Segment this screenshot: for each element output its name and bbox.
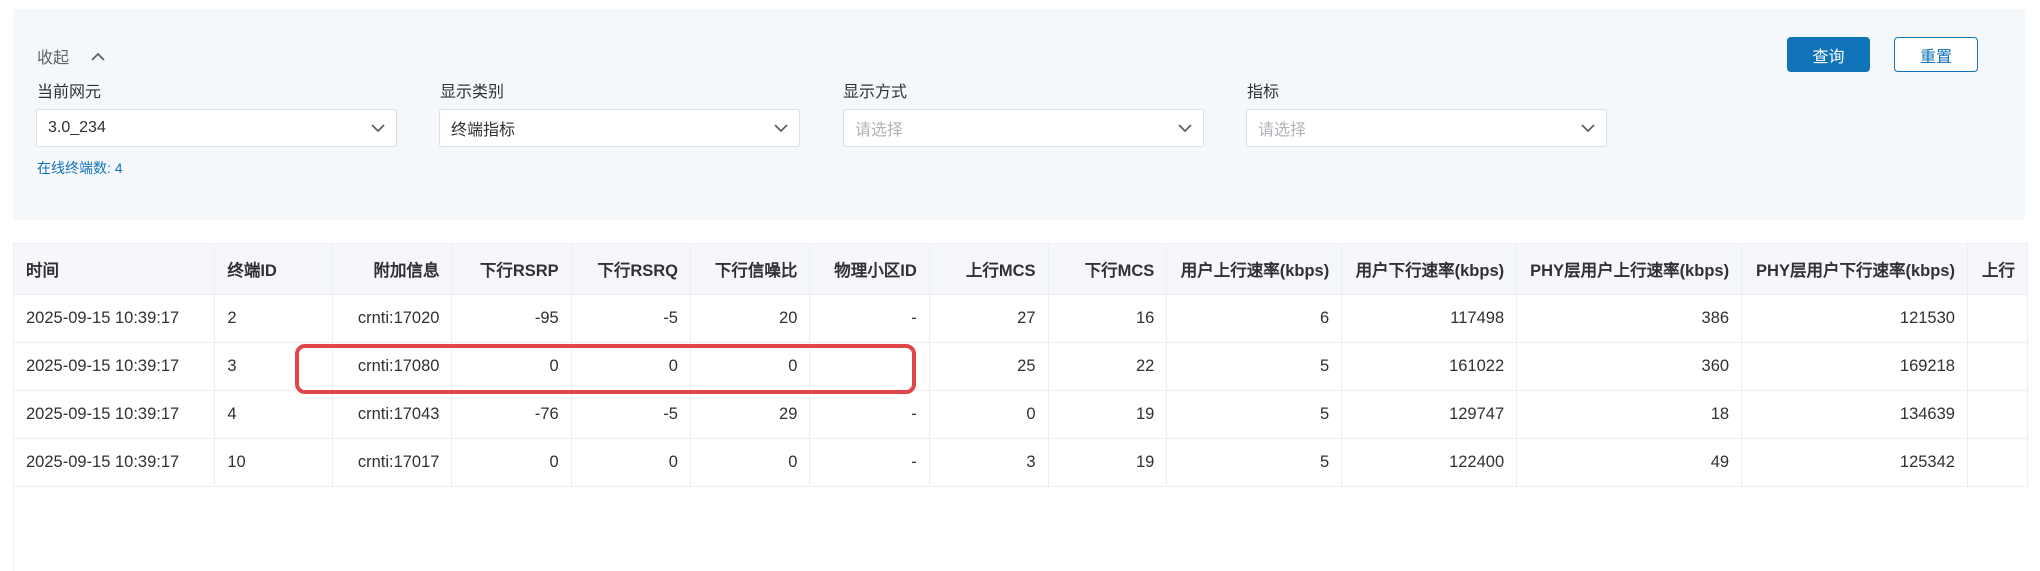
cell-dl-sinr: 0 xyxy=(690,342,811,391)
cell-terminal-id: 3 xyxy=(214,342,334,391)
cell-pci: - xyxy=(809,294,930,343)
display-mode-placeholder: 请选择 xyxy=(855,122,904,139)
cell-extra-info: crnti:17017 xyxy=(332,438,453,487)
online-terminal-count: 在线终端数: 4 xyxy=(37,160,123,176)
cell-user-dl-rate: 129747 xyxy=(1341,390,1518,439)
header-ul-mcs[interactable]: 上行MCS xyxy=(929,244,1049,295)
header-dl-rsrp[interactable]: 下行RSRP xyxy=(451,244,572,295)
cell-dl-rsrq: 0 xyxy=(571,342,691,391)
cell-ul-truncated xyxy=(1967,342,2028,391)
cell-terminal-id: 4 xyxy=(214,390,334,439)
cell-dl-rsrp: 0 xyxy=(451,438,572,487)
indicator-select[interactable]: 请选择 xyxy=(1246,109,1607,147)
table-row[interactable]: 2025-09-15 10:39:17 2 crnti:17020 -95 -5 20-2… xyxy=(14,294,2028,343)
network-element-label: 当前网元 xyxy=(37,84,102,101)
indicator-placeholder: 请选择 xyxy=(1258,122,1307,139)
table-row[interactable]: 2025-09-15 10:39:17 3 crnti:17080 0 0 0-25 22 5… xyxy=(14,342,2028,391)
cell-phy-ul-rate: 49 xyxy=(1516,438,1743,487)
cell-extra-info: crnti:17043 xyxy=(332,390,453,439)
cell-user-ul-rate: 5 xyxy=(1166,342,1343,391)
query-button[interactable]: 查询 xyxy=(1787,37,1870,72)
cell-user-dl-rate: 161022 xyxy=(1341,342,1518,391)
cell-dl-rsrp: 0 xyxy=(451,342,572,391)
cell-dl-mcs: 22 xyxy=(1048,342,1168,391)
display-mode-select[interactable]: 请选择 xyxy=(843,109,1204,147)
display-category-value: 终端指标 xyxy=(451,122,516,139)
header-time[interactable]: 时间 xyxy=(14,244,216,295)
header-terminal-id[interactable]: 终端ID xyxy=(214,244,334,295)
chevron-up-icon xyxy=(91,52,105,61)
cell-dl-sinr: 29 xyxy=(690,390,811,439)
cell-extra-info: crnti:17080 xyxy=(332,342,453,391)
data-table-container[interactable]: 时间 终端ID 附加信息 下行RSRP 下行RSRQ 下行信噪比 物理小区ID … xyxy=(13,243,2028,571)
cell-time: 2025-09-15 10:39:17 xyxy=(14,294,216,343)
cell-phy-dl-rate: 134639 xyxy=(1741,390,1968,439)
cell-phy-dl-rate: 125342 xyxy=(1741,438,1968,487)
header-phy-ul-rate[interactable]: PHY层用户上行速率(kbps) xyxy=(1516,244,1743,295)
header-dl-rsrq[interactable]: 下行RSRQ xyxy=(571,244,691,295)
collapse-toggle[interactable]: 收起 xyxy=(37,44,105,68)
cell-ul-truncated xyxy=(1967,390,2028,439)
cell-extra-info: crnti:17020 xyxy=(332,294,453,343)
cell-phy-dl-rate: 169218 xyxy=(1741,342,1968,391)
cell-phy-ul-rate: 18 xyxy=(1516,390,1743,439)
cell-dl-sinr: 0 xyxy=(690,438,811,487)
chevron-down-icon xyxy=(774,123,788,132)
cell-dl-rsrp: -76 xyxy=(451,390,572,439)
cell-user-ul-rate: 5 xyxy=(1166,390,1343,439)
network-element-select[interactable]: 3.0_234 xyxy=(36,109,397,147)
cell-user-ul-rate: 5 xyxy=(1166,438,1343,487)
cell-phy-ul-rate: 360 xyxy=(1516,342,1743,391)
cell-user-dl-rate: 117498 xyxy=(1341,294,1518,343)
cell-dl-mcs: 19 xyxy=(1048,438,1168,487)
chevron-down-icon xyxy=(1178,123,1192,132)
cell-dl-rsrq: -5 xyxy=(571,294,691,343)
header-dl-mcs[interactable]: 下行MCS xyxy=(1048,244,1168,295)
header-pci[interactable]: 物理小区ID xyxy=(809,244,930,295)
reset-button[interactable]: 重置 xyxy=(1894,37,1978,72)
cell-time: 2025-09-15 10:39:17 xyxy=(14,342,216,391)
cell-dl-rsrq: -5 xyxy=(571,390,691,439)
cell-ul-truncated xyxy=(1967,294,2028,343)
display-mode-label: 显示方式 xyxy=(843,84,908,101)
header-extra-info[interactable]: 附加信息 xyxy=(332,244,453,295)
cell-terminal-id: 2 xyxy=(214,294,334,343)
cell-pci: - xyxy=(809,390,930,439)
cell-time: 2025-09-15 10:39:17 xyxy=(14,438,216,487)
display-category-label: 显示类别 xyxy=(440,84,505,101)
indicator-label: 指标 xyxy=(1247,84,1280,101)
table-row[interactable]: 2025-09-15 10:39:17 4 crnti:17043 -76 -5 29-0… xyxy=(14,390,2028,439)
terminal-metrics-table: 时间 终端ID 附加信息 下行RSRP 下行RSRQ 下行信噪比 物理小区ID … xyxy=(14,244,2028,487)
collapse-label: 收起 xyxy=(37,50,70,67)
chevron-down-icon xyxy=(371,123,385,132)
cell-dl-mcs: 16 xyxy=(1048,294,1168,343)
table-row[interactable]: 2025-09-15 10:39:17 10 crnti:17017 0 0 0-3 19 5… xyxy=(14,438,2028,487)
cell-dl-sinr: 20 xyxy=(690,294,811,343)
header-ul-truncated[interactable]: 上行 xyxy=(1967,244,2028,295)
cell-ul-mcs: 0 xyxy=(929,390,1049,439)
chevron-down-icon xyxy=(1581,123,1595,132)
cell-ul-mcs: 25 xyxy=(929,342,1049,391)
cell-ul-mcs: 3 xyxy=(929,438,1049,487)
cell-dl-mcs: 19 xyxy=(1048,390,1168,439)
cell-time: 2025-09-15 10:39:17 xyxy=(14,390,216,439)
cell-user-dl-rate: 122400 xyxy=(1341,438,1518,487)
header-user-dl-rate[interactable]: 用户下行速率(kbps) xyxy=(1341,244,1518,295)
cell-phy-dl-rate: 121530 xyxy=(1741,294,1968,343)
header-phy-dl-rate[interactable]: PHY层用户下行速率(kbps) xyxy=(1741,244,1968,295)
cell-dl-rsrq: 0 xyxy=(571,438,691,487)
cell-terminal-id: 10 xyxy=(214,438,334,487)
network-element-value: 3.0_234 xyxy=(48,119,106,136)
cell-user-ul-rate: 6 xyxy=(1166,294,1343,343)
cell-dl-rsrp: -95 xyxy=(451,294,572,343)
cell-ul-truncated xyxy=(1967,438,2028,487)
cell-phy-ul-rate: 386 xyxy=(1516,294,1743,343)
table-header-row: 时间 终端ID 附加信息 下行RSRP 下行RSRQ 下行信噪比 物理小区ID … xyxy=(14,244,2028,295)
header-dl-sinr[interactable]: 下行信噪比 xyxy=(690,244,811,295)
header-user-ul-rate[interactable]: 用户上行速率(kbps) xyxy=(1166,244,1343,295)
cell-pci: - xyxy=(809,438,930,487)
display-category-select[interactable]: 终端指标 xyxy=(439,109,800,147)
cell-ul-mcs: 27 xyxy=(929,294,1049,343)
cell-pci: - xyxy=(809,342,930,391)
